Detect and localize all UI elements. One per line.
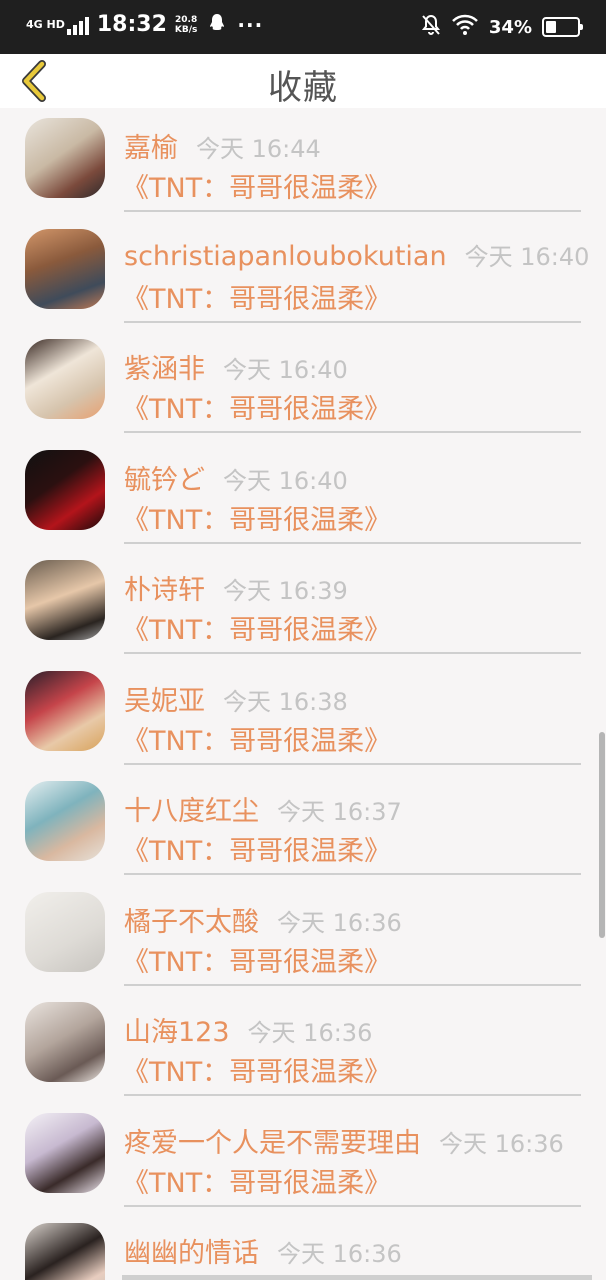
list-item[interactable]: 毓钤ど 今天 16:40 《TNT：哥哥很温柔》	[0, 440, 606, 550]
list-item[interactable]: 嘉榆 今天 16:44 《TNT：哥哥很温柔》	[0, 108, 606, 218]
timestamp: 今天 16:44	[196, 135, 321, 163]
name-line: 十八度红尘 今天 16:37	[124, 789, 402, 828]
timestamp: 今天 16:39	[223, 577, 348, 605]
wifi-icon	[451, 14, 479, 40]
name-line: 毓钤ど 今天 16:40	[124, 458, 348, 497]
divider	[124, 652, 581, 654]
bottom-divider	[122, 1275, 592, 1280]
divider	[124, 210, 581, 212]
list-item[interactable]: 疼爱一个人是不需要理由 今天 16:36 《TNT：哥哥很温柔》	[0, 1103, 606, 1213]
timestamp: 今天 16:36	[277, 1240, 402, 1268]
avatar[interactable]	[25, 228, 105, 309]
list-item[interactable]: 幽幽的情话今天 16:36《TNT：哥哥很温柔》	[0, 1213, 606, 1280]
work-title[interactable]: 《TNT：哥哥很温柔》	[122, 1161, 391, 1200]
list-item[interactable]: 山海123 今天 16:36 《TNT：哥哥很温柔》	[0, 992, 606, 1102]
timestamp: 今天 16:37	[277, 798, 402, 826]
user-name[interactable]: 朴诗轩	[124, 568, 205, 607]
avatar[interactable]	[25, 560, 105, 640]
work-title[interactable]: 《TNT：哥哥很温柔》	[122, 166, 391, 205]
page-title: 收藏	[268, 68, 338, 108]
user-name[interactable]: 吴妮亚	[124, 679, 205, 718]
name-line: 橘子不太酸 今天 16:36	[124, 900, 402, 939]
list-item[interactable]: 紫涵非 今天 16:40 《TNT：哥哥很温柔》	[0, 329, 606, 439]
list-item[interactable]: schristiapanloubokutian 今天 16:40 《TNT：哥哥很温…	[0, 219, 606, 329]
avatar[interactable]	[25, 1112, 105, 1193]
signal-icon	[66, 15, 89, 35]
timestamp: 今天 16:36	[247, 1019, 373, 1047]
user-name[interactable]: schristiapanloubokutian	[124, 241, 447, 272]
timestamp: 今天 16:38	[223, 687, 348, 716]
avatar[interactable]	[25, 670, 105, 751]
list-item[interactable]: 朴诗轩 今天 16:39 《TNT：哥哥很温柔》	[0, 550, 606, 660]
status-bar: 4G HD 18:32 20.8 KB/s ··· 34%	[0, 0, 606, 54]
divider	[124, 873, 581, 875]
user-name[interactable]: 毓钤ど	[124, 458, 205, 497]
avatar[interactable]	[25, 1002, 105, 1082]
name-line: 幽幽的情话 今天 16:36	[124, 1231, 402, 1270]
work-title[interactable]: 《TNT：哥哥很温柔》	[122, 498, 391, 537]
user-name[interactable]: 幽幽的情话	[124, 1231, 259, 1270]
divider	[124, 983, 581, 986]
avatar[interactable]	[25, 781, 105, 861]
list-item[interactable]: 十八度红尘 今天 16:37 《TNT：哥哥很温柔》	[0, 771, 606, 881]
name-line: schristiapanloubokutian 今天 16:40	[124, 237, 589, 272]
work-title[interactable]: 《TNT：哥哥很温柔》	[122, 829, 391, 868]
name-line: 紫涵非 今天 16:40	[124, 347, 348, 386]
avatar[interactable]	[25, 118, 105, 198]
user-name[interactable]: 紫涵非	[124, 347, 205, 386]
avatar[interactable]	[25, 449, 105, 530]
name-line: 吴妮亚 今天 16:38	[124, 679, 348, 718]
work-title[interactable]: 《TNT：哥哥很温柔》	[122, 608, 391, 647]
app-header: 收藏	[0, 54, 606, 108]
timestamp: 今天 16:36	[277, 908, 402, 937]
divider	[124, 1094, 581, 1096]
speed-unit: KB/s	[174, 24, 198, 35]
name-line: 朴诗轩 今天 16:39	[124, 568, 348, 607]
favorites-list[interactable]: 嘉榆 今天 16:44 《TNT：哥哥很温柔》 schristiapanlouboku…	[0, 108, 606, 1280]
name-line: 山海123 今天 16:36	[124, 1010, 372, 1049]
timestamp: 今天 16:40	[223, 466, 348, 495]
network-type: 4G HD	[26, 18, 65, 31]
name-line: 疼爱一个人是不需要理由 今天 16:36	[124, 1121, 564, 1160]
avatar[interactable]	[25, 891, 105, 972]
user-name[interactable]: 疼爱一个人是不需要理由	[124, 1121, 421, 1160]
timestamp: 今天 16:36	[439, 1129, 564, 1158]
speed-value: 20.8	[175, 14, 198, 25]
divider	[124, 320, 581, 323]
work-title[interactable]: 《TNT：哥哥很温柔》	[122, 387, 391, 426]
scrollbar[interactable]	[599, 732, 605, 938]
user-name[interactable]: 十八度红尘	[124, 789, 259, 828]
user-name[interactable]: 橘子不太酸	[124, 900, 259, 939]
network-speed: 20.8 KB/s	[175, 15, 197, 35]
list-item[interactable]: 橘子不太酸 今天 16:36 《TNT：哥哥很温柔》	[0, 882, 606, 992]
avatar[interactable]	[25, 1223, 105, 1280]
list-item[interactable]: 吴妮亚 今天 16:38 《TNT：哥哥很温柔》	[0, 661, 606, 771]
divider	[124, 1204, 581, 1207]
name-line: 嘉榆 今天 16:44	[124, 126, 321, 165]
qq-icon	[209, 13, 225, 37]
battery-icon	[542, 17, 583, 37]
timestamp: 今天 16:40	[223, 356, 348, 384]
work-title[interactable]: 《TNT：哥哥很温柔》	[122, 719, 391, 758]
divider	[124, 541, 581, 544]
divider	[124, 762, 581, 765]
bell-off-icon	[421, 14, 441, 40]
work-title[interactable]: 《TNT：哥哥很温柔》	[122, 277, 391, 316]
divider	[124, 431, 581, 433]
user-name[interactable]: 山海123	[124, 1010, 230, 1049]
more-notifications: ···	[237, 12, 264, 37]
battery-percent: 34%	[488, 16, 532, 38]
status-left: 4G HD 18:32 20.8 KB/s ···	[26, 12, 263, 37]
status-right: 34%	[421, 14, 583, 40]
work-title[interactable]: 《TNT：哥哥很温柔》	[122, 940, 391, 979]
user-name[interactable]: 嘉榆	[124, 126, 178, 165]
work-title[interactable]: 《TNT：哥哥很温柔》	[122, 1050, 391, 1089]
timestamp: 今天 16:40	[464, 242, 590, 271]
clock: 18:32	[96, 12, 167, 37]
avatar[interactable]	[25, 339, 105, 419]
